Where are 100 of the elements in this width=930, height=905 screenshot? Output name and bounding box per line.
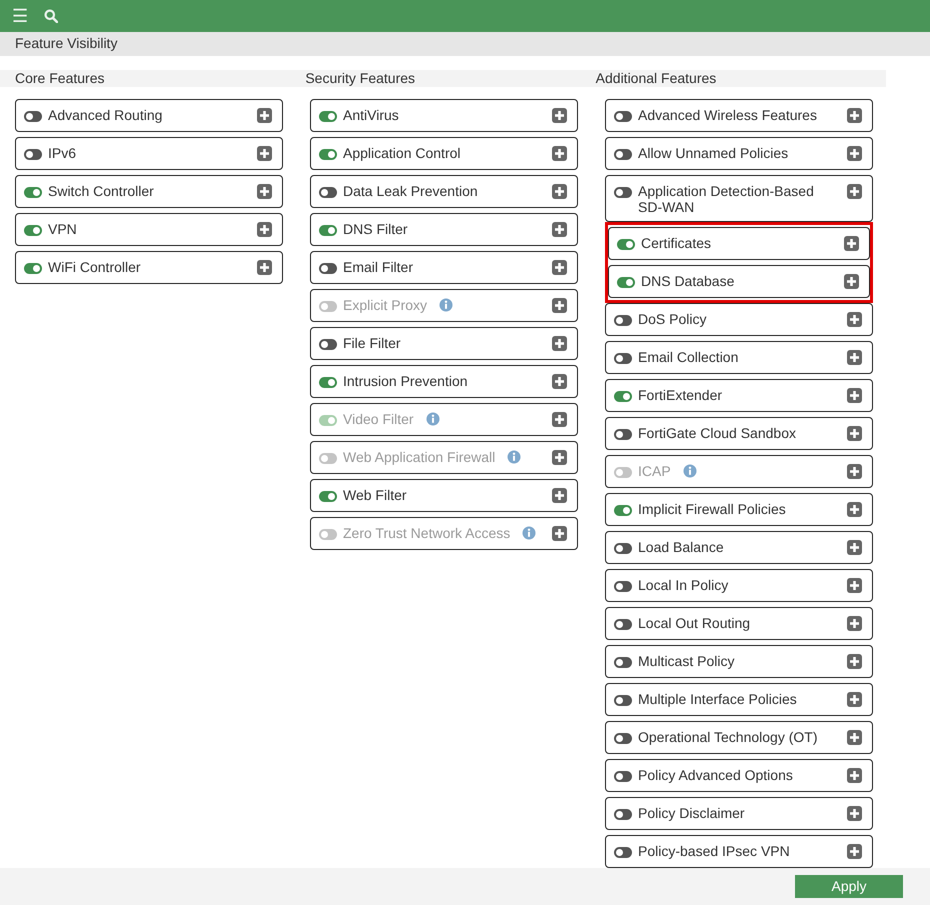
feature-label: Web Filter [343,487,408,503]
feature-label: Local Out Routing [638,615,752,631]
toggle-switch[interactable] [24,263,42,274]
feature-label: Operational Technology (OT) [638,729,818,745]
toggle-switch[interactable] [617,239,635,250]
feature-label: Multicast Policy [638,653,736,669]
plus-icon[interactable] [844,274,859,289]
toggle-switch[interactable] [24,187,42,198]
feature-label: Application Control [343,145,462,161]
toggle-switch[interactable] [614,391,632,402]
toggle-switch[interactable] [614,695,632,706]
feature-label: DoS Policy [638,311,708,327]
plus-icon[interactable] [552,108,567,123]
toggle-switch[interactable] [24,225,42,236]
toggle-switch[interactable] [617,277,635,288]
plus-icon[interactable] [847,184,862,199]
feature-label: Zero Trust Network Access [343,525,510,541]
feature-label: Policy Advanced Options [638,767,794,783]
plus-icon[interactable] [847,388,862,403]
feature-label: Multiple Interface Policies [638,691,798,707]
plus-icon[interactable] [847,616,862,631]
feature-label: Email Collection [638,349,740,365]
feature-label: Policy-based IPsec VPN [638,843,791,859]
plus-icon[interactable] [847,426,862,441]
feature-label: Explicit Proxy [343,297,428,313]
toggle-switch[interactable] [614,149,632,160]
plus-icon[interactable] [847,768,862,783]
feature-label: Web Application Firewall [343,449,496,465]
toggle-switch[interactable] [319,339,337,350]
toggle-switch[interactable] [319,187,337,198]
feature-label: ICAP [638,463,671,479]
page-title: Feature Visibility [0,32,930,56]
plus-icon[interactable] [847,692,862,707]
feature-label: Application Detection-Based SD-WAN [638,183,815,215]
feature-label: Intrusion Prevention [343,373,469,389]
toggle-switch[interactable] [614,619,632,630]
plus-icon[interactable] [552,222,567,237]
apply-button[interactable]: Apply [795,875,903,898]
plus-icon[interactable] [847,146,862,161]
plus-icon[interactable] [257,184,272,199]
plus-icon[interactable] [847,540,862,555]
toggle-switch[interactable] [319,149,337,160]
feature-label: DNS Database [641,273,736,289]
plus-icon[interactable] [847,350,862,365]
toggle-switch[interactable] [614,505,632,516]
column-heading: Security Features [305,70,416,87]
toggle-switch[interactable] [24,149,42,160]
toggle-switch[interactable] [319,225,337,236]
plus-icon[interactable] [552,184,567,199]
feature-label: Policy Disclaimer [638,805,746,821]
toggle-switch[interactable] [614,809,632,820]
plus-icon[interactable] [257,108,272,123]
plus-icon[interactable] [847,806,862,821]
toggle-switch[interactable] [614,847,632,858]
plus-icon[interactable] [552,336,567,351]
feature-label: FortiGate Cloud Sandbox [638,425,797,441]
toggle-switch[interactable] [614,581,632,592]
feature-label: WiFi Controller [48,259,142,275]
toggle-switch[interactable] [614,429,632,440]
toggle-switch[interactable] [614,657,632,668]
feature-label: Data Leak Prevention [343,183,479,199]
plus-icon[interactable] [552,488,567,503]
feature-label: Certificates [641,235,712,251]
toggle-switch[interactable] [614,733,632,744]
toggle-switch[interactable] [614,315,632,326]
plus-icon[interactable] [847,578,862,593]
plus-icon[interactable] [847,730,862,745]
feature-label: AntiVirus [343,107,400,123]
plus-icon[interactable] [257,260,272,275]
toggle-switch[interactable] [614,543,632,554]
toggle-switch[interactable] [614,111,632,122]
feature-label: Email Filter [343,259,414,275]
plus-icon[interactable] [844,236,859,251]
toggle-switch[interactable] [319,491,337,502]
toggle-switch[interactable] [614,187,632,198]
feature-label: Switch Controller [48,183,155,199]
feature-label: Advanced Routing [48,107,164,123]
toggle-switch[interactable] [319,111,337,122]
plus-icon[interactable] [847,108,862,123]
plus-icon[interactable] [257,222,272,237]
plus-icon[interactable] [847,502,862,517]
feature-label: Allow Unnamed Policies [638,145,790,161]
plus-icon[interactable] [847,844,862,859]
toggle-switch[interactable] [24,111,42,122]
toggle-switch[interactable] [614,771,632,782]
plus-icon[interactable] [552,374,567,389]
feature-label: Load Balance [638,539,725,555]
menu-button[interactable]: ☰ [12,7,28,25]
toggle-switch[interactable] [614,353,632,364]
toggle-switch[interactable] [319,263,337,274]
column-heading: Additional Features [596,70,718,87]
plus-icon[interactable] [552,146,567,161]
toggle-switch[interactable] [319,377,337,388]
plus-icon[interactable] [552,260,567,275]
plus-icon[interactable] [847,312,862,327]
feature-label: Advanced Wireless Features [638,107,818,123]
plus-icon[interactable] [847,654,862,669]
column-heading: Core Features [15,70,106,87]
search-icon[interactable] [44,9,58,23]
plus-icon[interactable] [257,146,272,161]
